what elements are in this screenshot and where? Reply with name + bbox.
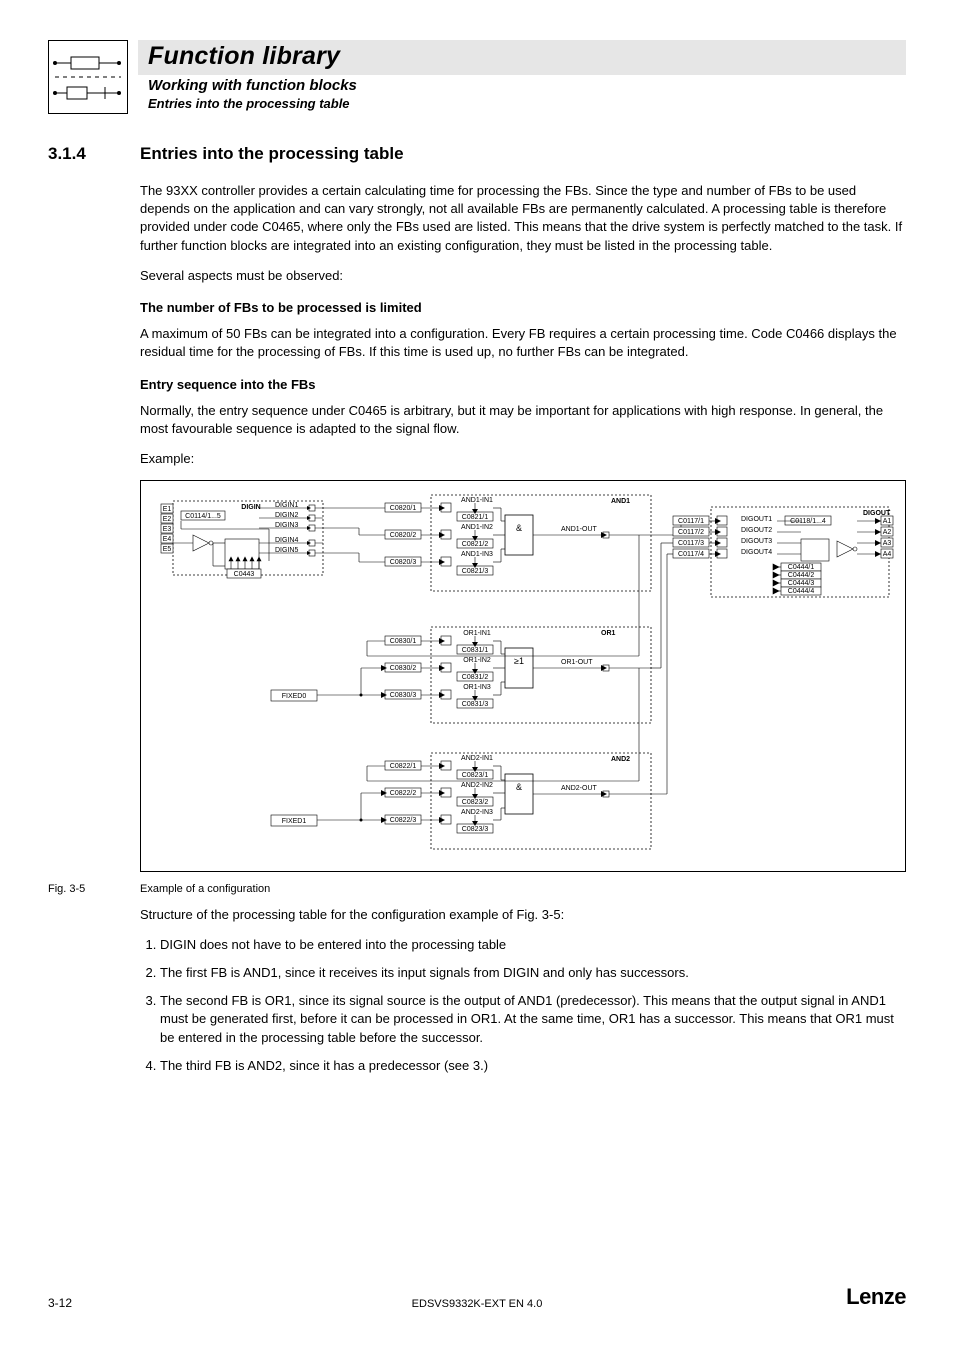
or1-in3-cfg: C0831/3 bbox=[462, 701, 489, 708]
and2-title: AND2 bbox=[611, 756, 630, 763]
aspects-line: Several aspects must be observed: bbox=[140, 267, 906, 285]
and1-in1: AND1-IN1 bbox=[461, 497, 493, 504]
digout-cfg3: C0444/3 bbox=[788, 580, 815, 587]
digout-a3: A3 bbox=[883, 540, 892, 547]
section-heading: 3.1.4 Entries into the processing table bbox=[48, 144, 906, 164]
digout-out4: DIGOUT4 bbox=[741, 549, 772, 556]
structure-line: Structure of the processing table for th… bbox=[140, 906, 906, 924]
doc-id: EDSVS9332K-EXT EN 4.0 bbox=[48, 1298, 906, 1310]
title-banner: Function library bbox=[138, 40, 906, 75]
and1-in1-cfg: C0821/1 bbox=[462, 514, 489, 521]
and2-op: & bbox=[516, 782, 522, 792]
and2-in3: AND2-IN3 bbox=[461, 809, 493, 816]
digin-title: DIGIN bbox=[241, 504, 260, 511]
and1-in2-code: C0820/2 bbox=[390, 532, 417, 539]
or1-in1-code: C0830/1 bbox=[390, 638, 417, 645]
or1-op: ≥1 bbox=[514, 656, 524, 666]
or1-title: OR1 bbox=[601, 630, 616, 637]
digout-a2: A2 bbox=[883, 529, 892, 536]
and1-in1-code: C0820/1 bbox=[390, 505, 417, 512]
or1-in3-code: C0830/3 bbox=[390, 692, 417, 699]
and2-in2-code: C0822/2 bbox=[390, 790, 417, 797]
intro-paragraph: The 93XX controller provides a certain c… bbox=[140, 182, 906, 255]
digin-code-bottom: C0443 bbox=[234, 571, 255, 578]
and2-in3-code: C0822/3 bbox=[390, 817, 417, 824]
digin-e5: E5 bbox=[163, 546, 172, 553]
digout-out1: DIGOUT1 bbox=[741, 516, 772, 523]
digout-code-top: C0118/1...4 bbox=[790, 518, 826, 525]
and1-in3-code: C0820/3 bbox=[390, 559, 417, 566]
and1-in2: AND1-IN2 bbox=[461, 524, 493, 531]
digin-e2: E2 bbox=[163, 516, 172, 523]
page-header: Function library Working with function b… bbox=[48, 40, 906, 114]
page-title: Function library bbox=[148, 42, 896, 71]
or1-in1-cfg: C0831/1 bbox=[462, 647, 489, 654]
and1-in2-cfg: C0821/2 bbox=[462, 541, 489, 548]
or1-in2-cfg: C0831/2 bbox=[462, 674, 489, 681]
digin-out2: DIGIN2 bbox=[275, 512, 298, 519]
and1-out: AND1-OUT bbox=[561, 526, 598, 533]
digin-out3: DIGIN3 bbox=[275, 522, 298, 529]
and2-in2-cfg: C0823/2 bbox=[462, 799, 489, 806]
paragraph-seq: Normally, the entry sequence under C0465… bbox=[140, 402, 906, 438]
digout-out2: DIGOUT2 bbox=[741, 527, 772, 534]
and1-op: & bbox=[516, 523, 522, 533]
digout-out3: DIGOUT3 bbox=[741, 538, 772, 545]
page-subsubtitle: Entries into the processing table bbox=[138, 96, 906, 111]
digout-in3: C0117/3 bbox=[678, 540, 704, 547]
digin-e1: E1 bbox=[163, 506, 172, 513]
digin-e3: E3 bbox=[163, 526, 172, 533]
digin-e4: E4 bbox=[163, 536, 172, 543]
digin-code-left: C0114/1...5 bbox=[185, 513, 221, 520]
digout-cfg4: C0444/4 bbox=[788, 588, 815, 595]
or1-in2: OR1-IN2 bbox=[463, 657, 491, 664]
fixed1: FIXED1 bbox=[282, 818, 307, 825]
and2-in3-cfg: C0823/3 bbox=[462, 826, 489, 833]
configuration-diagram: DIGIN E1 E2 E3 E4 E5 C0114/1...5 bbox=[140, 480, 906, 872]
header-icon bbox=[48, 40, 128, 114]
fixed0: FIXED0 bbox=[282, 693, 307, 700]
processing-steps: DIGIN does not have to be entered into t… bbox=[140, 936, 906, 1075]
page-footer: 3-12 EDSVS9332K-EXT EN 4.0 Lenze bbox=[48, 1284, 906, 1310]
digout-a4: A4 bbox=[883, 551, 892, 558]
or1-in1: OR1-IN1 bbox=[463, 630, 491, 637]
digout-cfg1: C0444/1 bbox=[788, 564, 815, 571]
figure-label: Fig. 3-5 bbox=[48, 882, 140, 897]
digin-out1: DIGIN1 bbox=[275, 502, 298, 509]
list-item: The first FB is AND1, since it receives … bbox=[160, 964, 906, 982]
paragraph-num-fbs: A maximum of 50 FBs can be integrated in… bbox=[140, 325, 906, 361]
and1-in3-cfg: C0821/3 bbox=[462, 568, 489, 575]
list-item: The second FB is OR1, since its signal s… bbox=[160, 992, 906, 1047]
or1-in2-code: C0830/2 bbox=[390, 665, 417, 672]
digin-out4: DIGIN4 bbox=[275, 537, 298, 544]
figure-caption: Example of a configuration bbox=[140, 882, 270, 897]
and1-in3: AND1-IN3 bbox=[461, 551, 493, 558]
example-label: Example: bbox=[140, 450, 906, 468]
heading-seq: Entry sequence into the FBs bbox=[140, 376, 906, 394]
digout-in4: C0117/4 bbox=[678, 551, 704, 558]
digout-in1: C0117/1 bbox=[678, 518, 704, 525]
and2-out: AND2-OUT bbox=[561, 785, 598, 792]
or1-in3: OR1-IN3 bbox=[463, 684, 491, 691]
page-subtitle: Working with function blocks bbox=[138, 77, 906, 94]
list-item: DIGIN does not have to be entered into t… bbox=[160, 936, 906, 954]
and2-in1: AND2-IN1 bbox=[461, 755, 493, 762]
heading-num-fbs: The number of FBs to be processed is lim… bbox=[140, 299, 906, 317]
section-number: 3.1.4 bbox=[48, 144, 140, 164]
section-title: Entries into the processing table bbox=[140, 144, 404, 164]
and2-in1-cfg: C0823/1 bbox=[462, 772, 489, 779]
and2-in2: AND2-IN2 bbox=[461, 782, 493, 789]
and1-title: AND1 bbox=[611, 498, 630, 505]
digout-a1: A1 bbox=[883, 518, 892, 525]
list-item: The third FB is AND2, since it has a pre… bbox=[160, 1057, 906, 1075]
digout-cfg2: C0444/2 bbox=[788, 572, 815, 579]
digout-in2: C0117/2 bbox=[678, 529, 704, 536]
digin-out5: DIGIN5 bbox=[275, 547, 298, 554]
and2-in1-code: C0822/1 bbox=[390, 763, 417, 770]
or1-out: OR1-OUT bbox=[561, 659, 593, 666]
